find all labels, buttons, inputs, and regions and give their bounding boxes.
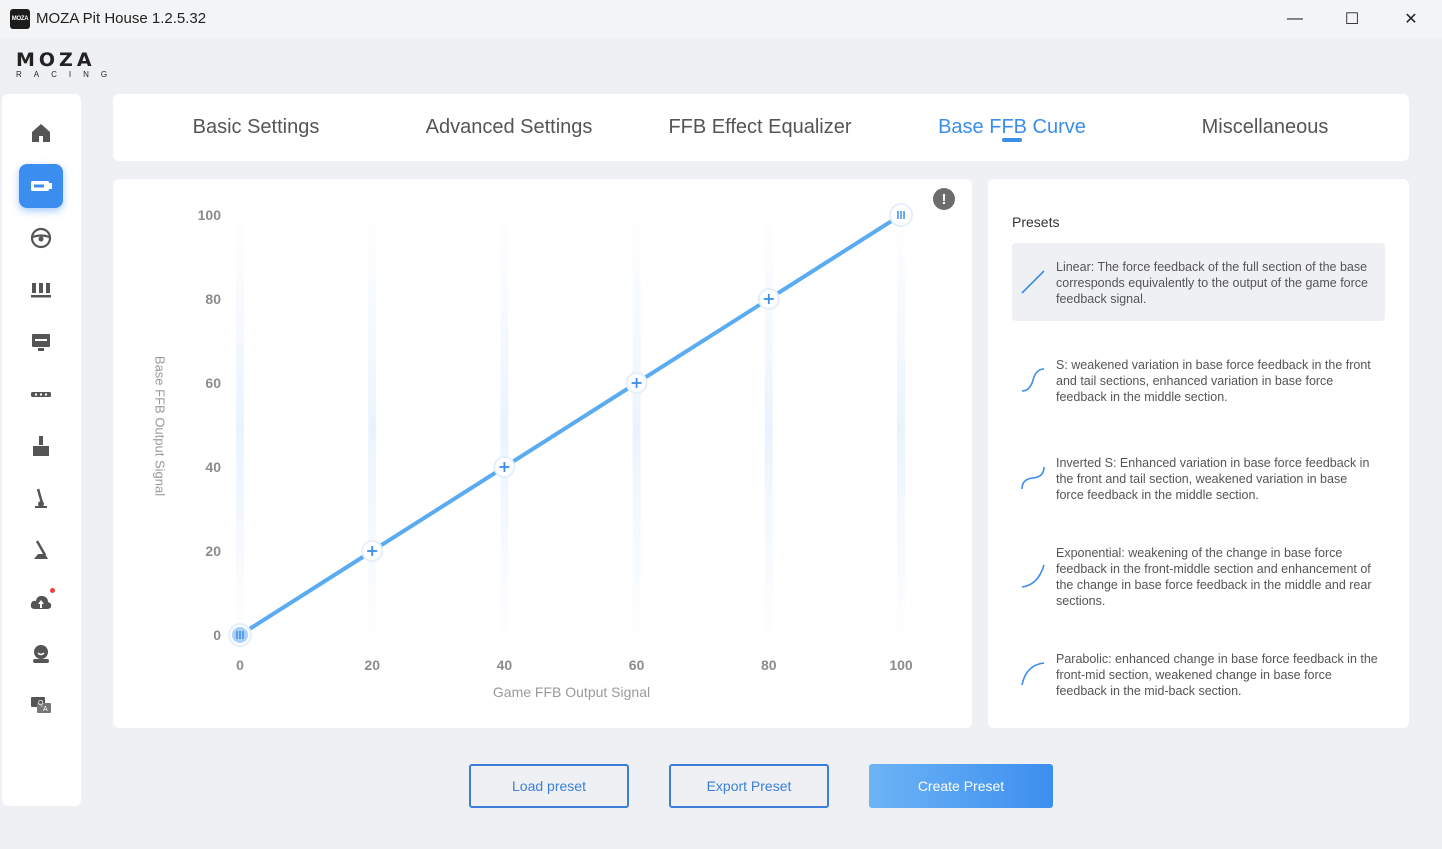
preset-exponential[interactable]: Exponential: weakening of the change in … <box>1012 535 1385 613</box>
nav-steering-wheel[interactable] <box>19 216 63 260</box>
logo-subtitle: RACING <box>16 70 120 79</box>
nav-wheelbase[interactable] <box>19 164 63 208</box>
steering-wheel-icon <box>30 227 52 249</box>
sidebar: QA <box>2 94 81 806</box>
nav-user[interactable] <box>19 632 63 676</box>
grid-line-3 <box>632 223 641 635</box>
maximize-button[interactable]: ☐ <box>1323 0 1381 38</box>
s-curve-icon <box>1021 368 1045 392</box>
grid-line-0 <box>236 223 244 635</box>
grid-line-1 <box>368 223 377 635</box>
tab-basic-settings[interactable]: Basic Settings <box>153 94 359 161</box>
curve-point-1[interactable] <box>361 540 384 562</box>
y-tick-label-5: 100 <box>198 207 222 223</box>
x-tick-label-4: 80 <box>761 657 777 673</box>
preset-inverted-s-text: Inverted S: Enhanced variation in base f… <box>1056 456 1370 502</box>
logo-wordmark: MOZA <box>16 49 96 71</box>
parabolic-curve-icon <box>1021 662 1045 686</box>
preset-s-curve-text: S: weakened variation in base force feed… <box>1056 358 1371 404</box>
ffb-curve-chart[interactable]: 0 20 40 60 80 100 0 20 40 60 80 100 <box>113 179 972 728</box>
svg-text:A: A <box>43 706 48 713</box>
wheelbase-icon <box>31 181 52 191</box>
curve-point-5[interactable] <box>889 203 913 227</box>
nav-home[interactable] <box>19 111 63 155</box>
x-tick-label-5: 100 <box>889 657 913 673</box>
curve-point-3[interactable] <box>625 372 648 394</box>
y-axis-label: Base FFB Output Signal <box>152 355 168 496</box>
active-tab-indicator <box>1002 138 1022 142</box>
nav-wheel-rim[interactable] <box>19 372 63 416</box>
x-tick-label-3: 60 <box>629 657 645 673</box>
curve-point-0[interactable] <box>228 623 252 647</box>
ffb-curve-chart-panel: 0 20 40 60 80 100 0 20 40 60 80 100 ! Base FFB Outp… <box>113 179 972 728</box>
dashboard-display-icon <box>32 334 50 351</box>
window-title: MOZA Pit House 1.2.5.32 <box>36 10 207 27</box>
help-chat-icon: QA <box>31 697 51 713</box>
moza-racing-logo: MOZA RACING <box>16 49 136 80</box>
x-tick-label-1: 20 <box>364 657 380 673</box>
grid-line-5 <box>897 223 905 635</box>
grid-line-4 <box>764 223 773 635</box>
linear-curve-icon <box>1021 270 1045 294</box>
presets-panel: Presets Linear: The force feedback of th… <box>988 179 1409 728</box>
preset-parabolic-text: Parabolic: enhanced change in base force… <box>1056 652 1378 698</box>
curve-point-4[interactable] <box>757 288 780 310</box>
nav-shifter[interactable] <box>19 424 63 468</box>
nav-cloud-update[interactable] <box>19 580 63 624</box>
preset-inverted-s[interactable]: Inverted S: Enhanced variation in base f… <box>1012 439 1385 517</box>
info-icon[interactable]: ! <box>933 188 955 210</box>
preset-parabolic[interactable]: Parabolic: enhanced change in base force… <box>1012 641 1385 719</box>
curve-line <box>238 213 903 637</box>
settings-tabs: Basic Settings Advanced Settings FFB Eff… <box>113 94 1409 161</box>
tab-miscellaneous[interactable]: Miscellaneous <box>1162 94 1368 161</box>
app-icon: MOZA <box>10 9 30 29</box>
shifter-icon <box>33 436 49 456</box>
y-tick-label-3: 60 <box>205 375 221 391</box>
create-preset-button[interactable]: Create Preset <box>869 764 1053 808</box>
home-icon <box>32 124 50 142</box>
tab-advanced-settings[interactable]: Advanced Settings <box>406 94 612 161</box>
preset-linear-text: Linear: The force feedback of the full s… <box>1056 260 1368 306</box>
preset-s-curve[interactable]: S: weakened variation in base force feed… <box>1012 341 1385 419</box>
user-profile-icon <box>33 645 49 663</box>
y-tick-label-1: 20 <box>205 543 221 559</box>
y-tick-label-2: 40 <box>205 459 221 475</box>
inverted-s-curve-icon <box>1021 466 1045 490</box>
presets-title: Presets <box>1012 214 1060 230</box>
export-preset-button[interactable]: Export Preset <box>669 764 829 808</box>
nav-sequential-shifter[interactable] <box>19 528 63 572</box>
x-tick-label-0: 0 <box>236 657 244 673</box>
pedals-icon <box>31 283 51 298</box>
nav-help[interactable]: QA <box>19 684 63 728</box>
y-tick-label-4: 80 <box>205 291 221 307</box>
preset-exponential-text: Exponential: weakening of the change in … <box>1056 546 1372 608</box>
tab-base-ffb-curve[interactable]: Base FFB Curve <box>909 94 1115 161</box>
cloud-upload-icon <box>30 595 52 609</box>
y-tick-label-0: 0 <box>213 627 221 643</box>
notification-dot <box>50 588 55 593</box>
nav-pedals[interactable] <box>19 268 63 312</box>
preset-linear[interactable]: Linear: The force feedback of the full s… <box>1012 243 1385 321</box>
title-bar: MOZA MOZA Pit House 1.2.5.32 — ☐ ✕ <box>0 0 1442 38</box>
grid-line-2 <box>500 223 509 635</box>
minimize-button[interactable]: — <box>1266 0 1324 38</box>
x-axis-label: Game FFB Output Signal <box>492 684 651 700</box>
tab-ffb-effect-equalizer[interactable]: FFB Effect Equalizer <box>657 94 863 161</box>
curve-point-2[interactable] <box>493 456 516 478</box>
close-button[interactable]: ✕ <box>1382 0 1440 38</box>
wheel-rim-icon <box>31 392 51 397</box>
sequential-shifter-icon <box>34 540 48 559</box>
load-preset-button[interactable]: Load preset <box>469 764 629 808</box>
nav-handbrake[interactable] <box>19 476 63 520</box>
handbrake-icon <box>35 488 47 508</box>
exponential-curve-icon <box>1021 564 1045 588</box>
x-tick-label-2: 40 <box>497 657 513 673</box>
nav-dashboard[interactable] <box>19 320 63 364</box>
